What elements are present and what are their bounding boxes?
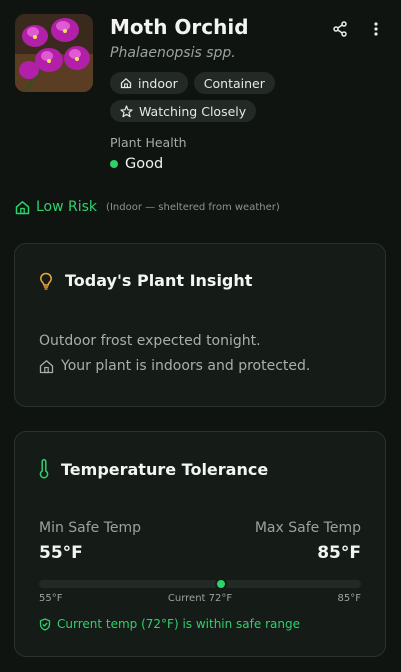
- min-temp-label: Min Safe Temp: [39, 520, 142, 536]
- temperature-card: Temperature Tolerance Min Safe Temp 55°F…: [14, 431, 386, 657]
- risk-level: Low Risk: [36, 199, 98, 215]
- plant-tags: indoor Container: [110, 72, 275, 94]
- range-max-label: 85°F: [337, 593, 361, 604]
- more-options-button[interactable]: [366, 18, 386, 40]
- lightbulb-icon: [40, 272, 52, 290]
- health-status-dot: [110, 160, 118, 168]
- share-button[interactable]: [330, 18, 350, 40]
- tag-indoor[interactable]: indoor: [110, 72, 188, 94]
- insight-card: Today's Plant Insight Outdoor frost expe…: [14, 243, 386, 407]
- min-temp-value: 55°F: [39, 543, 83, 563]
- plant-header: Moth Orchid Phalaenopsis spp. indoor Con…: [15, 14, 386, 174]
- current-temp-marker[interactable]: [215, 578, 228, 590]
- risk-note: (Indoor — sheltered from weather): [106, 201, 280, 213]
- tag-label: Watching Closely: [139, 103, 247, 119]
- temperature-range-track: [39, 578, 361, 590]
- plant-name: Moth Orchid: [110, 15, 249, 39]
- home-icon: [15, 200, 30, 214]
- orchid-image: [15, 14, 93, 92]
- temperature-title-text: Temperature Tolerance: [61, 459, 269, 479]
- home-icon: [120, 78, 132, 89]
- range-current-label: Current 72°F: [167, 593, 233, 604]
- insight-title-text: Today's Plant Insight: [65, 271, 253, 290]
- tag-watching-closely[interactable]: Watching Closely: [110, 100, 257, 122]
- health-status-text: Good: [125, 156, 164, 172]
- tag-label: indoor: [138, 75, 178, 91]
- safe-range-status: Current temp (72°F) is within safe range: [39, 617, 300, 631]
- max-temp-label: Max Safe Temp: [254, 520, 361, 536]
- star-icon: [120, 104, 133, 117]
- tag-label: Container: [203, 75, 265, 91]
- health-status: Good: [110, 156, 163, 172]
- insight-message: Outdoor frost expected tonight.: [39, 333, 261, 349]
- plant-scientific-name: Phalaenopsis spp.: [110, 45, 236, 61]
- insight-card-title: Today's Plant Insight: [39, 271, 252, 290]
- more-vertical-icon: [374, 22, 378, 36]
- thermometer-icon: [39, 459, 49, 479]
- insight-detail-text: Your plant is indoors and protected.: [61, 358, 311, 374]
- safe-range-text: Current temp (72°F) is within safe range: [57, 617, 300, 631]
- insight-detail: Your plant is indoors and protected.: [39, 358, 310, 374]
- plant-photo[interactable]: [15, 14, 93, 92]
- health-label: Plant Health: [110, 135, 187, 150]
- risk-indicator: Low Risk (Indoor — sheltered from weathe…: [15, 199, 280, 215]
- tag-container[interactable]: Container: [193, 72, 275, 94]
- home-icon: [39, 359, 54, 373]
- shield-check-icon: [39, 617, 51, 631]
- temperature-card-title: Temperature Tolerance: [39, 459, 268, 479]
- max-temp-value: 85°F: [317, 543, 361, 563]
- header-actions: [330, 18, 386, 40]
- share-icon: [333, 21, 347, 37]
